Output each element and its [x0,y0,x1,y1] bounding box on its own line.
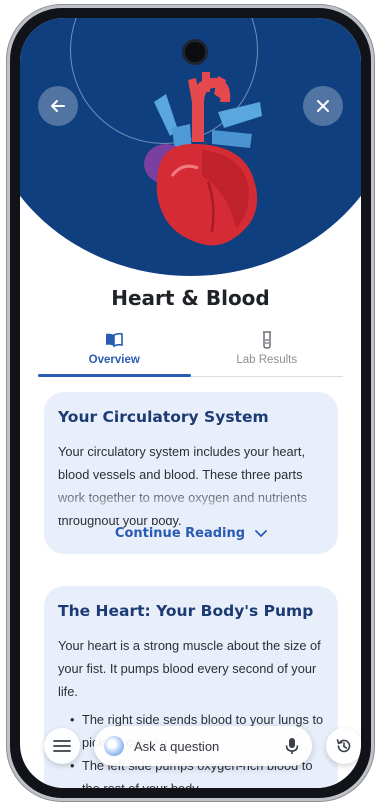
menu-button[interactable] [44,728,80,764]
page-title: Heart & Blood [111,286,270,310]
circulatory-system-card: Your Circulatory System Your circulatory… [44,392,338,554]
heart-illustration [144,72,262,246]
test-tube-icon [262,331,271,349]
close-button[interactable] [303,86,343,126]
chevron-down-icon [255,529,267,537]
app-screen: Heart & Blood Overview Lab Results Your … [20,18,361,788]
close-icon [317,100,329,112]
phone-bezel: Heart & Blood Overview Lab Results Your … [10,8,371,798]
card-body: Your circulatory system includes your he… [58,444,307,528]
tab-lab-results[interactable]: Lab Results [191,328,344,376]
tab-bar: Overview Lab Results [38,328,343,377]
ask-question-placeholder: Ask a question [134,738,220,754]
card-title: The Heart: Your Body's Pump [58,602,314,620]
continue-reading-label: Continue Reading [114,526,246,541]
history-icon [336,739,351,753]
history-button[interactable] [326,728,361,764]
front-camera [185,42,205,62]
tab-overview-label: Overview [88,354,140,366]
card-title: Your Circulatory System [58,408,269,426]
bottom-bar: Ask a question [20,718,361,774]
arrow-left-icon [51,100,65,112]
phone-frame: Heart & Blood Overview Lab Results Your … [6,4,375,802]
menu-icon [53,740,71,752]
text-fade [44,488,338,518]
continue-reading-button[interactable]: Continue Reading [44,526,338,541]
tab-overview[interactable]: Overview [38,328,191,377]
tab-lab-results-label: Lab Results [236,354,298,366]
card-body: Your heart is a strong muscle about the … [58,638,321,699]
ask-question-input[interactable]: Ask a question [94,726,312,766]
book-open-icon [106,332,124,348]
microphone-icon[interactable] [284,737,300,755]
back-button[interactable] [38,86,78,126]
assistant-orb-icon [104,736,124,756]
